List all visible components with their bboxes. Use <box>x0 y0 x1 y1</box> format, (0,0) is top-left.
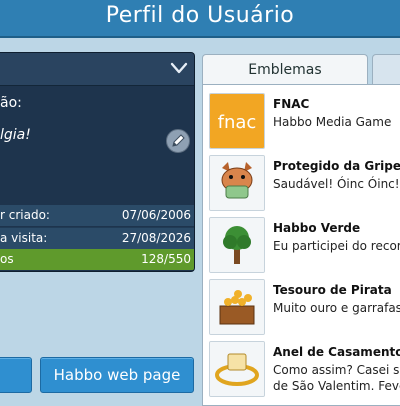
badges-tabs: Emblemas <box>202 54 400 85</box>
tab-badges-label: Emblemas <box>248 62 322 78</box>
badge-name: Anel de Casamento <box>273 345 400 359</box>
edit-motto-button[interactable] <box>166 129 190 153</box>
profile-panel-header[interactable] <box>0 53 194 86</box>
treasure-chest-icon <box>209 279 265 335</box>
badge-desc: Muito ouro e garrafas <box>273 301 400 315</box>
badge-name: FNAC <box>273 97 310 111</box>
page-title: Perfil do Usuário <box>105 3 295 28</box>
svg-text:fnac: fnac <box>218 112 257 133</box>
badge-item[interactable]: Protegido da Gripe Saudável! Óinc Óinc! <box>203 151 400 211</box>
stat-created: r criado: 07/06/2006 <box>0 205 194 226</box>
motto-label: ão: <box>0 95 22 111</box>
badge-desc: Como assim? Casei ser <box>273 363 400 377</box>
pig-mask-icon <box>209 155 265 211</box>
habbo-web-page-button[interactable]: Habbo web page <box>40 357 194 393</box>
badge-name: Tesouro de Pirata <box>273 283 392 297</box>
profile-panel: ão: lgia! r criado: 07/06/2006 a visita:… <box>0 52 195 272</box>
stat-created-label: r criado: <box>0 208 50 222</box>
stat-created-value: 07/06/2006 <box>121 208 191 222</box>
tab-badges[interactable]: Emblemas <box>202 54 368 85</box>
pencil-icon <box>172 134 185 147</box>
badge-item[interactable]: Tesouro de Pirata Muito ouro e garrafas <box>203 275 400 335</box>
badge-desc: Habbo Media Game <box>273 115 392 129</box>
stat-achievements-value: 128/550 <box>141 252 191 266</box>
stat-last-visit-value: 27/08/2026 <box>121 231 191 245</box>
badge-item[interactable]: Anel de Casamento Como assim? Casei ser … <box>203 337 400 397</box>
badge-desc: Eu participei do recor <box>273 239 400 253</box>
chevron-down-icon[interactable] <box>170 61 188 75</box>
badge-desc: Saudável! Óinc Óinc! <box>273 177 400 191</box>
tree-icon <box>209 217 265 273</box>
tab-next[interactable] <box>372 54 400 85</box>
stat-achievements: os 128/550 <box>0 249 194 270</box>
stat-last-visit-label: a visita: <box>0 231 48 245</box>
badge-item[interactable]: fnac FNAC Habbo Media Game <box>203 89 400 149</box>
fnac-logo-icon: fnac <box>209 93 265 149</box>
wedding-ring-icon <box>209 341 265 397</box>
badge-list: fnac FNAC Habbo Media Game Protegido da … <box>202 84 400 406</box>
badge-name: Protegido da Gripe <box>273 159 400 173</box>
stat-achievements-label: os <box>0 252 14 266</box>
badge-item[interactable]: Habbo Verde Eu participei do recor <box>203 213 400 273</box>
profile-action-button[interactable] <box>0 357 32 393</box>
badge-desc-2: de São Valentim. Fever <box>273 379 400 393</box>
header-bar: Perfil do Usuário <box>0 0 400 38</box>
badge-name: Habbo Verde <box>273 221 361 235</box>
stat-last-visit: a visita: 27/08/2026 <box>0 227 194 249</box>
motto-text: lgia! <box>0 127 31 143</box>
